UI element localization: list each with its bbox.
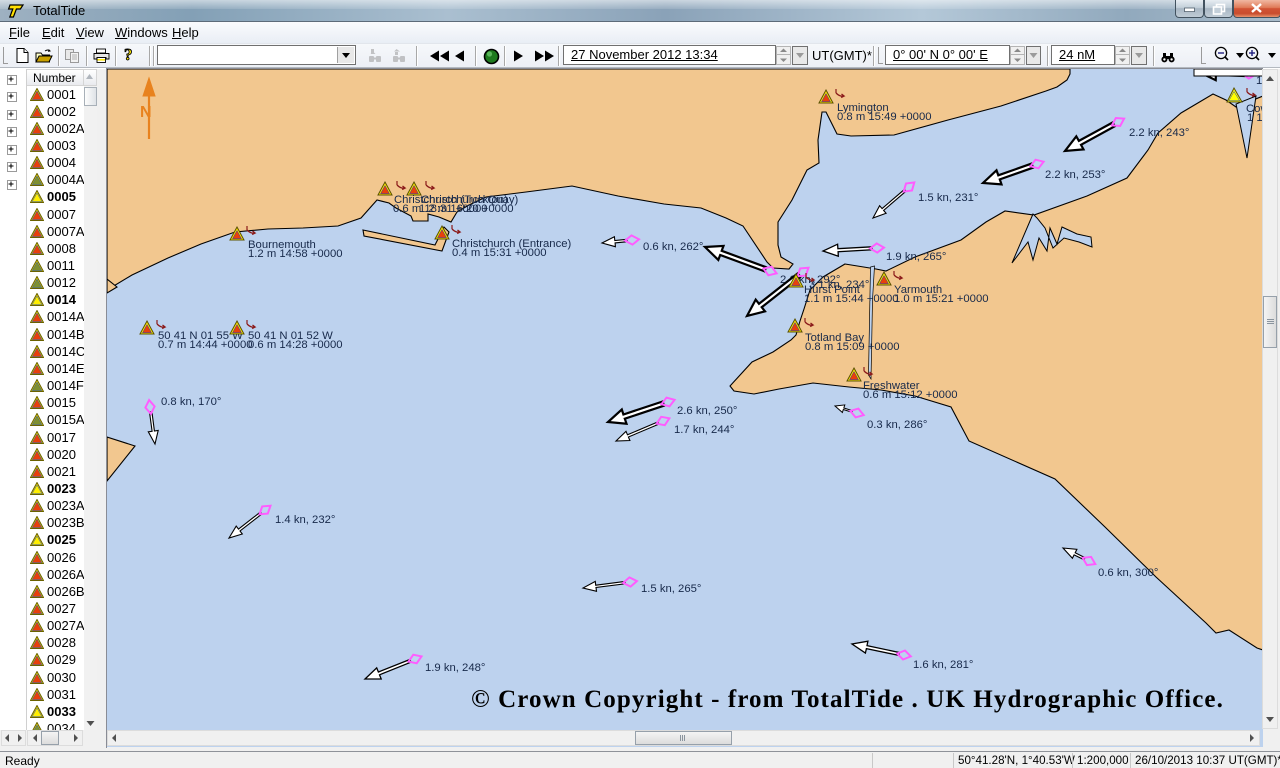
svg-text:1 1: 1 1 (1247, 112, 1263, 124)
svg-text:2.2 kn, 243°: 2.2 kn, 243° (1129, 127, 1189, 139)
svg-text:0.6 m 14:28 +0000: 0.6 m 14:28 +0000 (248, 339, 343, 351)
svg-text:0.6 kn, 300°: 0.6 kn, 300° (1098, 567, 1158, 579)
svg-text:0.6 kn, 262°: 0.6 kn, 262° (643, 241, 703, 253)
svg-text:1.2 m 14:58 +0000: 1.2 m 14:58 +0000 (248, 248, 343, 260)
svg-text:0.3 kn, 286°: 0.3 kn, 286° (867, 419, 927, 431)
svg-text:2.2 kn, 253°: 2.2 kn, 253° (1045, 169, 1105, 181)
svg-text:© Crown Copyright - from Total: © Crown Copyright - from TotalTide . UK … (471, 686, 1224, 713)
svg-text:1.1 m 15:44 +0000: 1.1 m 15:44 +0000 (804, 293, 899, 305)
svg-text:2.6 kn, 250°: 2.6 kn, 250° (677, 405, 737, 417)
svg-text:1.5 kn, 265°: 1.5 kn, 265° (641, 583, 701, 595)
svg-text:N: N (140, 104, 152, 121)
svg-text:1.9 kn, 265°: 1.9 kn, 265° (886, 251, 946, 263)
svg-text:0.8 m 15:09 +0000: 0.8 m 15:09 +0000 (805, 341, 900, 353)
svg-text:1.7 kn, 244°: 1.7 kn, 244° (674, 424, 734, 436)
svg-text:1.9 kn, 248°: 1.9 kn, 248° (425, 662, 485, 674)
svg-text:1.5 kn, 231°: 1.5 kn, 231° (918, 192, 978, 204)
svg-text:1.6 kn, 281°: 1.6 kn, 281° (913, 659, 973, 671)
svg-text:0.8 m 15:49 +0000: 0.8 m 15:49 +0000 (837, 111, 932, 123)
svg-text:0.6 m 15:12 +0000: 0.6 m 15:12 +0000 (863, 389, 958, 401)
svg-text:1.0 m 15:21 +0000: 1.0 m 15:21 +0000 (894, 293, 989, 305)
svg-text:0.8 kn, 170°: 0.8 kn, 170° (161, 396, 221, 408)
svg-text:0.4 m 15:31 +0000: 0.4 m 15:31 +0000 (452, 247, 547, 259)
svg-text:?: ? (124, 46, 133, 62)
svg-text:1.4 kn, 232°: 1.4 kn, 232° (275, 514, 335, 526)
svg-text:1.2 m 16:20 +0000: 1.2 m 16:20 +0000 (419, 203, 514, 215)
svg-text:0.7 m 14:44 +0000: 0.7 m 14:44 +0000 (158, 339, 253, 351)
